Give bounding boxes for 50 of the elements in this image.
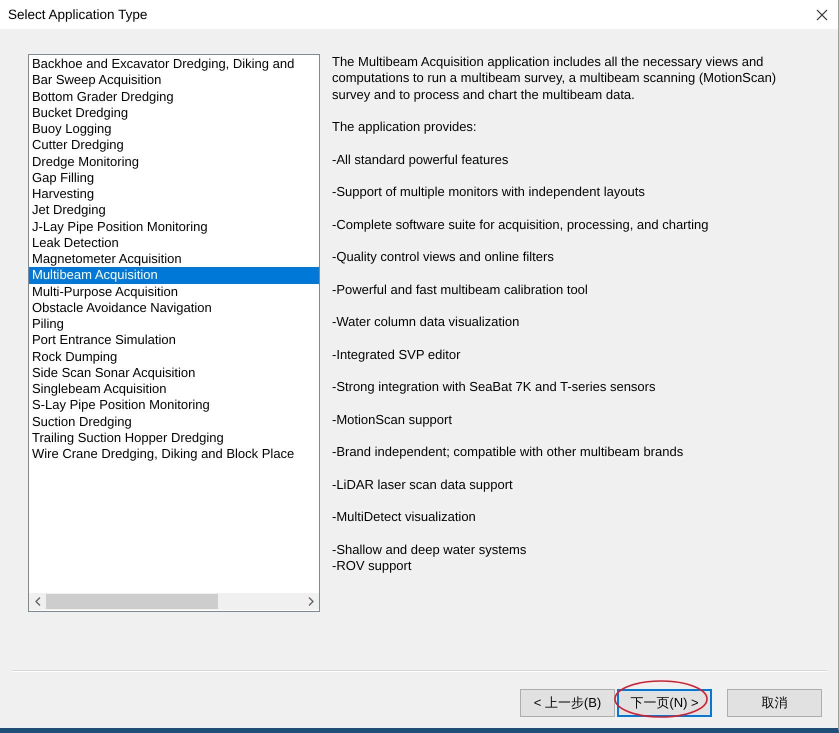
feature-line: -Shallow and deep water systems [332,542,528,558]
feature-line: -All standard powerful features [332,152,510,168]
list-item[interactable]: Port Entrance Simulation [29,332,319,348]
list-item[interactable]: Buoy Logging [29,121,319,138]
list-item[interactable]: Harvesting [29,186,319,202]
description-paragraph: The Multibeam Acquisition application includes all the necessary views and computations to run a multibeam survey, a multibeam scanning (MotionScan) survey and to process and chart the multibeam data. [332,54,778,103]
scrollbar-thumb[interactable] [46,594,218,609]
list-item[interactable]: Multibeam Acquisition [29,267,319,284]
scroll-right-icon[interactable] [308,597,314,606]
wizard-button[interactable]: 下一页(N) > [617,689,712,717]
list-item[interactable]: Rock Dumping [29,348,319,365]
list-item[interactable]: Piling [29,316,319,332]
list-item[interactable]: Side Scan Sonar Acquisition [29,364,319,381]
feature-line: -Brand independent; compatible with other multibeam brands [332,444,684,460]
list-item[interactable]: Multi-Purpose Acquisition [29,284,319,300]
feature-line: -Integrated SVP editor [332,346,462,363]
list-item[interactable]: Bar Sweep Acquisition [29,72,319,88]
feature-line: -Complete software suite for acquisition, processing, and charting [332,216,710,233]
feature-line: -Strong integration with SeaBat 7K and T-series sensors [332,379,656,396]
feature-line: -Support of multiple monitors with independent layouts [332,184,646,200]
list-item[interactable]: Bucket Dredging [29,104,319,121]
feature-line: -MultiDetect visualization [332,509,477,526]
list-item[interactable]: Cutter Dredging [29,137,319,154]
list-item[interactable]: Leak Detection [29,234,319,251]
list-item[interactable]: Wire Crane Dredging, Diking and Block Place [29,446,319,462]
list-item[interactable]: Gap Filling [29,170,319,186]
list-item[interactable]: S-Lay Pipe Position Monitoring [29,397,319,414]
feature-line: -MotionScan support [332,412,453,428]
list-item[interactable]: Suction Dredging [29,414,319,430]
close-icon[interactable] [816,8,828,20]
scroll-left-icon[interactable] [34,597,40,606]
feature-line: -Quality control views and online filters [332,249,555,266]
list-item[interactable]: Dredge Monitoring [29,154,319,170]
feature-line: -Powerful and fast multibeam calibration tool [332,282,589,298]
window-title: Select Application Type [8,7,148,22]
feature-line: -LiDAR laser scan data support [332,476,514,493]
list-item[interactable]: Magnetometer Acquisition [29,251,319,268]
list-item[interactable]: Obstacle Avoidance Navigation [29,300,319,316]
feature-line: -ROV support [332,558,412,574]
wizard-button[interactable]: 取消 [727,689,822,717]
description-heading: The application provides: [332,119,478,136]
list-item[interactable]: Singlebeam Acquisition [29,381,319,398]
list-item[interactable]: Backhoe and Excavator Dredging, Diking and [29,56,319,72]
list-item[interactable]: Trailing Suction Hopper Dredging [29,430,319,446]
horizontal-scrollbar[interactable] [29,593,319,610]
list-item[interactable]: J-Lay Pipe Position Monitoring [29,218,319,235]
wizard-button[interactable]: < 上一步(B) [520,689,615,717]
list-item[interactable]: Bottom Grader Dredging [29,88,319,105]
feature-line: -Water column data visualization [332,314,520,330]
list-item[interactable]: Jet Dredging [29,202,319,218]
